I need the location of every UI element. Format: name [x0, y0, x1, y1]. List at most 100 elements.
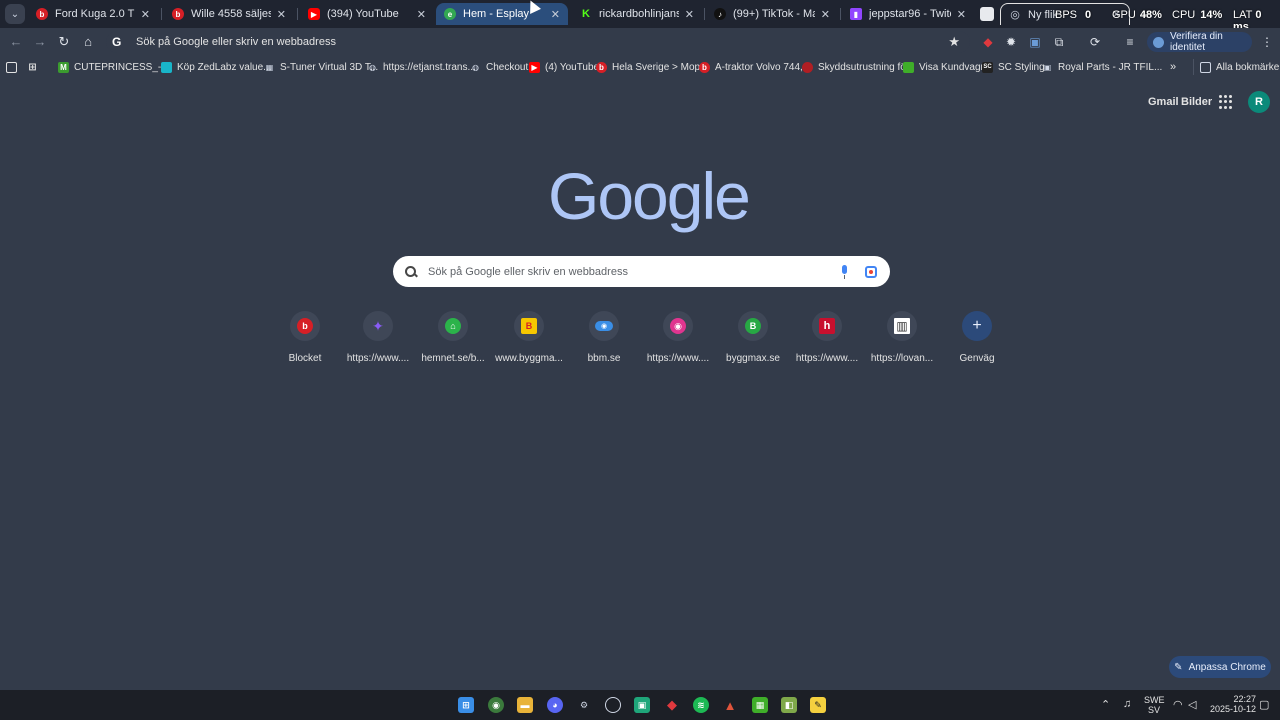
bookmark-hela-sverige[interactable]: b Hela Sverige > Mop... — [596, 60, 708, 74]
yellow-app-icon[interactable]: ✎ — [810, 697, 826, 713]
volume-icon[interactable]: ◁ — [1188, 698, 1196, 711]
tab-tiktok[interactable]: ♪ (99+) TikTok - Make Your ✕ — [706, 3, 838, 25]
windows-start-icon[interactable]: ⊞ — [458, 697, 474, 713]
images-link[interactable]: Bilder — [1181, 96, 1212, 108]
shortcut-label: Genväg — [959, 353, 995, 364]
bookmark-etjanst[interactable]: ◍ https://etjanst.trans... — [367, 60, 476, 74]
all-bookmarks-folder[interactable]: Alla bokmärken — [1200, 60, 1280, 74]
shortcut-site-8[interactable]: h https://www.... — [791, 311, 863, 371]
youtube-icon: ▶ — [529, 61, 540, 73]
search-input[interactable] — [428, 265, 839, 278]
shortcut-bbm[interactable]: ◉ bbm.se — [568, 311, 640, 371]
close-icon[interactable]: ✕ — [141, 8, 150, 21]
language-indicator[interactable]: SWE SV — [1144, 695, 1165, 715]
forward-arrow-icon[interactable]: → — [32, 34, 48, 50]
tab-search-button[interactable]: ⌄ — [5, 4, 25, 24]
tab-title: Wille 4558 säljes i Partille — [191, 8, 271, 20]
shortcut-blocket[interactable]: b Blocket — [269, 311, 341, 371]
bookmark-youtube[interactable]: ▶ (4) YouTube — [529, 60, 599, 74]
bookmark-skyddsutrustning[interactable]: Skyddsutrustning fö... — [802, 60, 914, 74]
chrome-taskbar-icon[interactable]: ◉ — [488, 697, 504, 713]
sparkle-icon: ✦ — [372, 317, 384, 334]
circle-app-icon[interactable] — [605, 697, 621, 713]
extension-bulb-icon[interactable]: ✹ — [1003, 34, 1019, 50]
screen-share-icon[interactable]: ⟳ — [1087, 34, 1103, 50]
file-explorer-icon[interactable]: ▬ — [517, 697, 533, 713]
sidebar-toggle-icon[interactable] — [6, 60, 22, 74]
avatar[interactable]: R — [1248, 91, 1270, 113]
tab-wille[interactable]: b Wille 4558 säljes i Partille ✕ — [164, 3, 294, 25]
bookmark-cuteprincess[interactable]: M CUTEPRINCESS_-... — [58, 60, 170, 74]
shortcut-lovan[interactable]: ▥ https://lovan... — [866, 311, 938, 371]
extension-blue-icon[interactable]: ▣ — [1027, 34, 1043, 50]
close-icon[interactable]: ✕ — [957, 8, 966, 21]
tray-microphone-icon[interactable]: ♫ — [1123, 698, 1131, 710]
tab-separator — [840, 8, 841, 20]
close-icon[interactable]: ✕ — [821, 8, 830, 21]
tab-title: Ford Kuga 2.0 TDCi AWD — [55, 8, 135, 20]
byggmax-icon: B — [521, 318, 537, 334]
verify-identity-button[interactable]: Verifiera din identitet — [1147, 31, 1252, 53]
minecraft-icon[interactable]: ▦ — [752, 697, 768, 713]
microphone-icon[interactable] — [839, 264, 849, 279]
close-icon[interactable]: ✕ — [417, 8, 426, 21]
tab-twitch[interactable]: ▮ jeppstar96 - Twitch ✕ — [842, 3, 974, 25]
tab-youtube[interactable]: ▶ (394) YouTube ✕ — [300, 3, 434, 25]
bookmarks-overflow-icon[interactable]: » — [1170, 60, 1176, 74]
menu-kebab-icon[interactable]: ⋮ — [1259, 34, 1275, 50]
gmail-link[interactable]: Gmail — [1148, 96, 1179, 108]
back-arrow-icon[interactable]: ← — [8, 34, 24, 50]
discord-icon[interactable]: ◕ — [547, 697, 563, 713]
tab-title: jeppstar96 - Twitch — [869, 8, 951, 20]
reading-list-icon[interactable]: ≡ — [1122, 34, 1138, 50]
customize-chrome-button[interactable]: ✎ Anpassa Chrome — [1169, 656, 1271, 678]
shortcut-site-2[interactable]: ✦ https://www.... — [342, 311, 414, 371]
add-shortcut-button[interactable]: + Genväg — [941, 311, 1013, 371]
extension-red-icon[interactable]: ◆ — [980, 34, 996, 50]
bookmark-zedlabz[interactable]: Köp ZedLabz value... — [161, 60, 272, 74]
wifi-icon[interactable]: ◠ — [1173, 698, 1183, 711]
notification-icon[interactable]: ▢ — [1259, 698, 1269, 711]
steam-icon[interactable]: ⚙ — [576, 697, 592, 713]
orange-app-icon[interactable]: ▲ — [722, 697, 738, 713]
reload-icon[interactable]: ↻ — [56, 34, 72, 50]
close-icon[interactable]: ✕ — [277, 8, 286, 21]
bookmark-a-traktor[interactable]: b A-traktor Volvo 744,... — [699, 60, 811, 74]
spotify-icon[interactable]: ≋ — [693, 697, 709, 713]
bookmark-label: https://etjanst.trans... — [383, 61, 476, 73]
apps-grid-icon[interactable]: ⊞ — [27, 60, 43, 74]
bookmark-royal-parts[interactable]: ▣ Royal Parts - JR TFIL... — [1042, 60, 1163, 74]
address-bar[interactable]: G Sök på Google eller skriv en webbadres… — [106, 31, 970, 53]
extensions-puzzle-icon[interactable]: ⧉ — [1051, 34, 1067, 50]
block-app-icon[interactable]: ◧ — [781, 697, 797, 713]
bookmark-checkout[interactable]: ◍ Checkout — [470, 60, 528, 74]
shortcut-site-6[interactable]: ◉ https://www.... — [642, 311, 714, 371]
address-bar-text[interactable]: Sök på Google eller skriv en webbadress — [136, 36, 948, 48]
bookmark-visa-kundvagn[interactable]: Visa Kundvagn — [903, 60, 986, 74]
green-app-icon[interactable]: ▣ — [634, 697, 650, 713]
customize-chrome-label: Anpassa Chrome — [1188, 661, 1266, 673]
bookmark-star-icon[interactable]: ★ — [948, 34, 960, 50]
bookmark-label: (4) YouTube — [545, 61, 600, 73]
search-box[interactable] — [393, 256, 890, 287]
bookmark-stuner[interactable]: ▦ S-Tuner Virtual 3D T... — [264, 60, 378, 74]
tab-group-icon[interactable] — [980, 7, 994, 21]
close-icon[interactable]: ✕ — [685, 8, 694, 21]
tab-ford-kuga[interactable]: b Ford Kuga 2.0 TDCi AWD ✕ — [28, 3, 158, 25]
shortcut-label: byggmax.se — [726, 353, 780, 364]
tab-kick[interactable]: K rickardbohlinjansson - W ✕ — [572, 3, 702, 25]
shortcut-byggmax-www[interactable]: B www.byggma... — [493, 311, 565, 371]
cpu-value: 14% — [1200, 9, 1223, 21]
shortcut-byggmax[interactable]: B byggmax.se — [717, 311, 789, 371]
google-apps-icon[interactable] — [1219, 95, 1233, 109]
tray-chevron-icon[interactable]: ⌃ — [1101, 698, 1110, 711]
google-lens-icon[interactable] — [865, 265, 877, 278]
close-icon[interactable]: ✕ — [551, 8, 560, 21]
tab-esplay[interactable]: e Hem - Esplay ✕ — [436, 3, 568, 25]
red-diamond-icon[interactable]: ◆ — [664, 697, 680, 713]
sc-styling-icon: SC — [982, 61, 993, 73]
clock[interactable]: 22:27 2025-10-12 — [1206, 694, 1256, 714]
shortcut-hemnet[interactable]: ⌂ hemnet.se/b... — [417, 311, 489, 371]
home-icon[interactable]: ⌂ — [80, 34, 96, 50]
bookmark-sc-styling[interactable]: SC SC Styling — [982, 60, 1045, 74]
